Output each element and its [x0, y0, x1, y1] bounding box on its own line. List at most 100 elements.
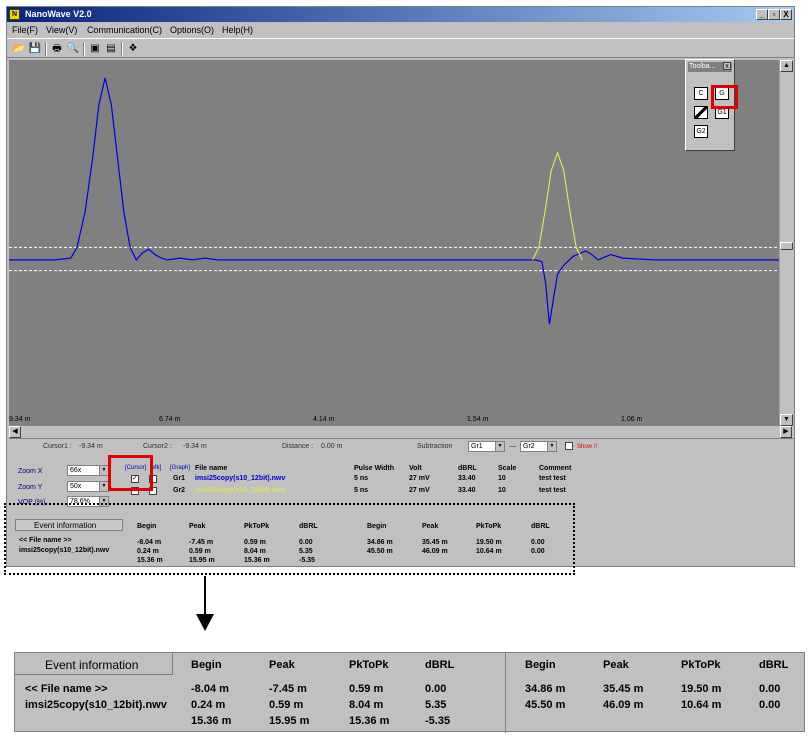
show-label: Show !!: [577, 444, 598, 450]
zoom-file-header: << File name >>: [25, 683, 108, 695]
volt-value: 27 mV: [409, 475, 430, 482]
distance-value: 0.00 m: [321, 443, 343, 450]
zoom-event-cell: 8.04 m: [349, 699, 384, 711]
graph-file-name: imsi25copy(s10_12bit).nwv: [195, 475, 286, 482]
zoom-x-label: Zoom X: [18, 468, 43, 475]
toolbar: 📂 💾 🖶 🔍 ▣ ▤ ❖: [7, 38, 794, 58]
minimize-button[interactable]: _: [756, 9, 768, 20]
zoom-event-cell: 34.86 m: [525, 683, 566, 695]
scroll-right-icon[interactable]: ▶: [780, 426, 792, 438]
scale-value: 10: [498, 475, 506, 482]
file-column-header: File name: [195, 465, 228, 472]
marker-tool-icon[interactable]: [694, 106, 708, 119]
toolbar-divider: [45, 42, 47, 56]
zoom-event-cell: 5.35: [425, 699, 447, 711]
scale-header: Scale: [498, 465, 517, 472]
scale-value: 10: [498, 487, 506, 494]
x-tick-label: 4.14 m: [313, 416, 335, 423]
disconnect-icon[interactable]: ▤: [104, 42, 118, 55]
zoom-event-cell: 46.09 m: [603, 699, 644, 711]
zoom-event-cell: 15.36 m: [349, 715, 390, 727]
scroll-left-icon[interactable]: ◀: [9, 426, 21, 438]
scroll-down-icon[interactable]: ▼: [780, 414, 793, 426]
horizontal-scrollbar[interactable]: ◀ ▶: [9, 426, 792, 438]
menu-help[interactable]: Help(H): [222, 22, 253, 38]
chevron-down-icon[interactable]: ▼: [547, 442, 556, 451]
zoom-event-cell: -8.04 m: [191, 683, 229, 695]
chevron-down-icon[interactable]: ▼: [99, 466, 108, 475]
comment-header: Comment: [539, 465, 572, 472]
series-line-gr1: [9, 77, 779, 325]
pulse-width-value: 5 ns: [354, 475, 369, 482]
title-bar[interactable]: N NanoWave V2.0 _ ▫ X: [7, 7, 794, 22]
subtraction-b-select[interactable]: Gr2 ▼: [520, 441, 557, 452]
subtraction-a-select[interactable]: Gr1 ▼: [468, 441, 505, 452]
divider: [505, 653, 506, 733]
zoom-event-cell: 0.00: [759, 699, 781, 711]
zoom-event-cell: 35.45 m: [603, 683, 644, 695]
show-checkbox[interactable]: [565, 442, 573, 450]
zoom-event-cell: 45.50 m: [525, 699, 566, 711]
zoom-col-header: Begin: [525, 659, 556, 671]
graph-id: Gr1: [173, 475, 186, 482]
x-tick-label: 1.06 m: [621, 416, 643, 423]
x-tick-label: 9.34 m: [9, 416, 31, 423]
zoom-y-label: Zoom Y: [18, 484, 43, 491]
graph-file-name: imsi25copy(s10_12bit).nwv: [195, 487, 286, 494]
zoom-title-cell: Event information: [15, 653, 173, 675]
about-icon[interactable]: ❖: [126, 42, 140, 55]
zoom-event-cell: 10.64 m: [681, 699, 722, 711]
menu-view[interactable]: View(V): [46, 22, 77, 38]
waveform-canvas[interactable]: [9, 60, 779, 417]
cursor1-value: -9.34 m: [79, 443, 103, 450]
cursor-tool-icon[interactable]: C: [694, 87, 708, 100]
scroll-thumb[interactable]: [780, 242, 793, 250]
zoom-y-value: 50x: [70, 483, 82, 490]
zoom-file-name: imsi25copy(s10_12bit).nwv: [25, 699, 167, 711]
chevron-down-icon[interactable]: ▼: [99, 482, 108, 491]
zoom-event-cell: 0.00: [425, 683, 447, 695]
subtraction-b-value: Gr2: [523, 443, 535, 450]
connect-icon[interactable]: ▣: [88, 42, 102, 55]
scroll-up-icon[interactable]: ▲: [780, 60, 793, 72]
graph2-tool-icon[interactable]: G2: [694, 125, 708, 138]
close-button[interactable]: X: [780, 9, 792, 20]
pulse-width-header: Pulse Width: [354, 465, 394, 472]
zoom-event-cell: 0.00: [759, 683, 781, 695]
open-folder-icon[interactable]: 📂: [12, 42, 26, 55]
cursor1-label: Cursor1 :: [43, 443, 72, 450]
print-preview-icon[interactable]: 🔍: [66, 42, 80, 55]
print-icon[interactable]: 🖶: [50, 42, 64, 55]
zoom-y-select[interactable]: 50x ▼: [67, 481, 109, 492]
palette-title-bar[interactable]: Toolba... x: [688, 62, 732, 72]
volt-value: 27 mV: [409, 487, 430, 494]
zoom-event-cell: 15.95 m: [269, 715, 310, 727]
pulse-width-value: 5 ns: [354, 487, 369, 494]
subtraction-a-value: Gr1: [471, 443, 483, 450]
menu-file[interactable]: File(F): [12, 22, 38, 38]
zoom-event-cell: 19.50 m: [681, 683, 722, 695]
waveform-plot[interactable]: [9, 60, 779, 417]
cursor2-value: -9.34 m: [183, 443, 207, 450]
cursor2-label: Cursor2 :: [143, 443, 172, 450]
distance-label: Distance :: [282, 443, 314, 450]
palette-close-icon[interactable]: x: [723, 62, 731, 70]
zoom-title: Event information: [45, 658, 139, 672]
toolbar-divider: [83, 42, 85, 56]
menu-bar: File(F) View(V) Communication(C) Options…: [7, 22, 794, 38]
vertical-scrollbar[interactable]: ▲ ▼: [779, 60, 793, 426]
arrow-icon: [204, 576, 206, 616]
menu-communication[interactable]: Communication(C): [87, 22, 162, 38]
subtraction-dash: —: [509, 443, 516, 450]
chevron-down-icon[interactable]: ▼: [495, 442, 504, 451]
dbrl-value: 33.40: [458, 487, 476, 494]
save-icon[interactable]: 💾: [28, 42, 42, 55]
dbrl-header: dBRL: [458, 465, 477, 472]
maximize-button[interactable]: ▫: [768, 9, 780, 20]
zoom-event-cell: -7.45 m: [269, 683, 307, 695]
app-icon[interactable]: N: [9, 9, 20, 20]
palette-title: Toolba...: [689, 63, 716, 70]
menu-options[interactable]: Options(O): [170, 22, 214, 38]
zoom-x-select[interactable]: 66x ▼: [67, 465, 109, 476]
highlight-box-event-table: [4, 503, 575, 575]
